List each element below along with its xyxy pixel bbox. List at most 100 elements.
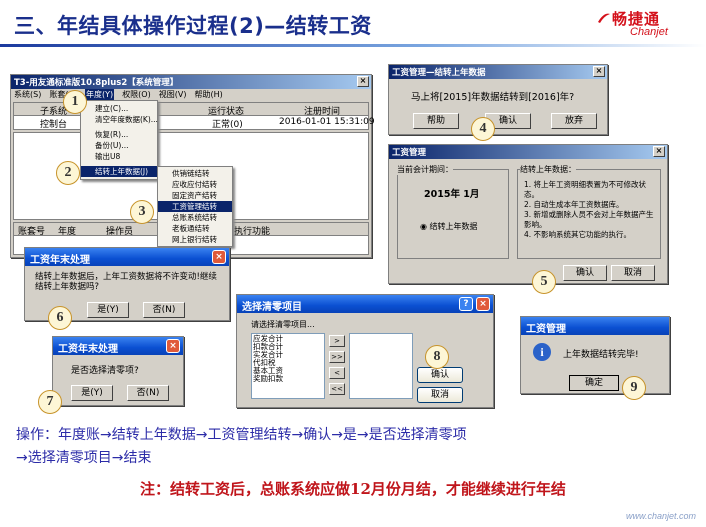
- no-button[interactable]: 否(N): [143, 302, 185, 318]
- close-icon[interactable]: ×: [653, 146, 665, 157]
- add-one-button[interactable]: >: [329, 335, 345, 347]
- menu-item-create[interactable]: 建立(C)...: [81, 103, 157, 114]
- menu-item-backup[interactable]: 备份(U)...: [81, 140, 157, 151]
- cancel-button[interactable]: 放弃: [551, 113, 597, 129]
- header-function: 执行功能: [234, 227, 271, 237]
- yearend-1-message: 结转上年数据后，上年工资数据将不许变动!继续结转上年数据吗?: [35, 272, 217, 292]
- yearend-dialog-1-title: 工资年末处理: [30, 255, 90, 266]
- close-icon[interactable]: ×: [166, 339, 180, 353]
- period-confirm-button[interactable]: 确认: [563, 265, 607, 281]
- no-button[interactable]: 否(N): [127, 385, 169, 401]
- done-dialog: 工资管理 i 上年数据结转完毕! 确定: [520, 316, 670, 394]
- operation-line-2: →选择清零项目→结束: [16, 450, 152, 466]
- row-status: 正常(0): [212, 120, 243, 130]
- menu-system[interactable]: 系统(S): [14, 89, 41, 101]
- info-group: 结转上年数据： 1. 将上年工资明细表置为不可修改状态。 2. 自动生成本年工资…: [517, 164, 661, 259]
- clear-items-dialog: 选择清零项目 ? × 请选择清零项目... 应发合计 扣款合计 实发合计 代扣税…: [236, 294, 494, 408]
- done-dialog-titlebar: 工资管理: [521, 317, 669, 335]
- close-icon[interactable]: ×: [212, 250, 226, 264]
- yes-button[interactable]: 是(Y): [71, 385, 113, 401]
- ok-button[interactable]: 确定: [569, 375, 619, 391]
- clear-items-title: 选择清零项目: [242, 302, 302, 313]
- step-badge: 1: [63, 90, 87, 114]
- page-title: 三、年结具体操作过程(2)—结转工资: [14, 14, 372, 38]
- chanjet-logo: 畅捷通 Chanjet: [596, 6, 696, 42]
- radio-label: 结转上年数据: [429, 222, 478, 231]
- remove-one-button[interactable]: <: [329, 367, 345, 379]
- radio-carry-forward[interactable]: ◉ 结转上年数据: [420, 221, 478, 232]
- row-time: 2016-01-01 15:31:09: [279, 117, 375, 127]
- submenu-online-bank[interactable]: 网上银行结转: [158, 234, 232, 245]
- step-badge: 8: [425, 345, 449, 369]
- info-title: 结转上年数据：: [520, 164, 576, 175]
- close-icon[interactable]: ×: [357, 76, 369, 87]
- submenu-receivable[interactable]: 应收应付结转: [158, 179, 232, 190]
- confirm-dialog-titlebar: 工资管理—结转上年数据 ×: [389, 65, 607, 79]
- yearend-dialog-2: 工资年末处理 × 是否选择清零项? 是(Y) 否(N): [52, 336, 184, 406]
- year-menu: 建立(C)... 清空年度数据(K)... 恢复(R)... 备份(U)... …: [80, 100, 158, 180]
- close-icon[interactable]: ×: [476, 297, 490, 311]
- selected-items-list[interactable]: [349, 333, 413, 399]
- clear-items-titlebar: 选择清零项目 ? ×: [237, 295, 493, 313]
- menu-item-restore[interactable]: 恢复(R)...: [81, 129, 157, 140]
- period-group: 当前会计期间： 2015年 1月 ◉ 结转上年数据: [397, 164, 509, 259]
- info-icon: i: [533, 343, 551, 361]
- done-dialog-title: 工资管理: [526, 324, 566, 335]
- clear-confirm-button[interactable]: 确认: [417, 367, 463, 383]
- confirm-message: 马上将[2015]年数据结转到[2016]年?: [411, 92, 575, 103]
- yearend-dialog-1-titlebar: 工资年末处理 ×: [25, 248, 229, 266]
- menu-view[interactable]: 视图(V): [159, 89, 187, 101]
- yes-button[interactable]: 是(Y): [87, 302, 129, 318]
- submenu-boss[interactable]: 老板通结转: [158, 223, 232, 234]
- carry-forward-submenu: 供销链结转 应收应付结转 固定资产结转 工资管理结转 总账系统结转 老板通结转 …: [157, 166, 233, 247]
- remove-all-button[interactable]: <<: [329, 383, 345, 395]
- info-item-3: 3. 新增或删除人员不会对上年数据产生影响。: [524, 210, 654, 229]
- header-year: 年度: [58, 227, 77, 237]
- available-items-list[interactable]: 应发合计 扣款合计 实发合计 代扣税 基本工资 奖励扣款: [251, 333, 325, 399]
- period-value: 2015年 1月: [424, 189, 480, 200]
- main-window-titlebar: T3-用友通标准版10.8plus2【系统管理】 ×: [11, 75, 371, 89]
- period-dialog: 工资管理 × 当前会计期间： 2015年 1月 ◉ 结转上年数据 结转上年数据：…: [388, 144, 668, 284]
- logo-en-text: Chanjet: [630, 26, 668, 38]
- info-item-1: 1. 将上年工资明细表置为不可修改状态。: [524, 180, 647, 199]
- help-button[interactable]: 帮助: [413, 113, 459, 129]
- menu-item-export-u8[interactable]: 输出U8: [81, 151, 157, 162]
- submenu-general-ledger[interactable]: 总账系统结转: [158, 212, 232, 223]
- close-icon[interactable]: ×: [593, 66, 605, 77]
- step-badge: 6: [48, 306, 72, 330]
- step-badge: 4: [471, 117, 495, 141]
- step-badge: 9: [622, 376, 646, 400]
- logo-swoosh-icon: [598, 13, 610, 23]
- yearend-dialog-2-title: 工资年末处理: [58, 344, 118, 355]
- row-subsystem: 控制台: [40, 120, 68, 130]
- table-row[interactable]: 控制台 正常(0) 2016-01-01 15:31:09: [14, 116, 375, 130]
- step-badge: 3: [130, 200, 154, 224]
- list-item[interactable]: 奖励扣款: [253, 375, 323, 383]
- info-item-2: 2. 自动生成本年工资数据库。: [524, 200, 624, 209]
- footer-url: www.chanjet.com: [625, 511, 696, 521]
- submenu-fixed-assets[interactable]: 固定资产结转: [158, 190, 232, 201]
- menu-item-clear-year-data[interactable]: 清空年度数据(K)...: [81, 114, 158, 125]
- note-text: 注：结转工资后，总账系统应做12月份月结，才能继续进行年结: [140, 480, 566, 498]
- period-dialog-titlebar: 工资管理 ×: [389, 145, 667, 159]
- title-divider: [0, 44, 706, 47]
- menu-help[interactable]: 帮助(H): [194, 89, 222, 101]
- header-operator: 操作员: [106, 227, 134, 237]
- info-item-4: 4. 不影响系统其它功能的执行。: [524, 230, 632, 239]
- yearend-2-message: 是否选择清零项?: [71, 366, 139, 376]
- clear-cancel-button[interactable]: 取消: [417, 387, 463, 403]
- step-badge: 5: [532, 270, 556, 294]
- operation-line-1: 操作：年度账→结转上年数据→工资管理结转→确认→是→是否选择清零项: [16, 427, 467, 443]
- current-period-label: 当前会计期间：: [397, 164, 453, 175]
- submenu-payroll[interactable]: 工资管理结转: [158, 201, 232, 212]
- done-message: 上年数据结转完毕!: [563, 350, 639, 360]
- confirm-dialog: 工资管理—结转上年数据 × 马上将[2015]年数据结转到[2016]年? 帮助…: [388, 64, 608, 135]
- submenu-supply-chain[interactable]: 供销链结转: [158, 168, 232, 179]
- add-all-button[interactable]: >>: [329, 351, 345, 363]
- period-cancel-button[interactable]: 取消: [611, 265, 655, 281]
- help-icon[interactable]: ?: [459, 297, 473, 311]
- menu-item-carry-forward[interactable]: 结转上年数据(J): [81, 166, 157, 177]
- clear-items-label: 请选择清零项目...: [251, 320, 315, 329]
- radio-icon: ◉: [420, 222, 427, 231]
- confirm-dialog-title: 工资管理—结转上年数据: [392, 68, 486, 78]
